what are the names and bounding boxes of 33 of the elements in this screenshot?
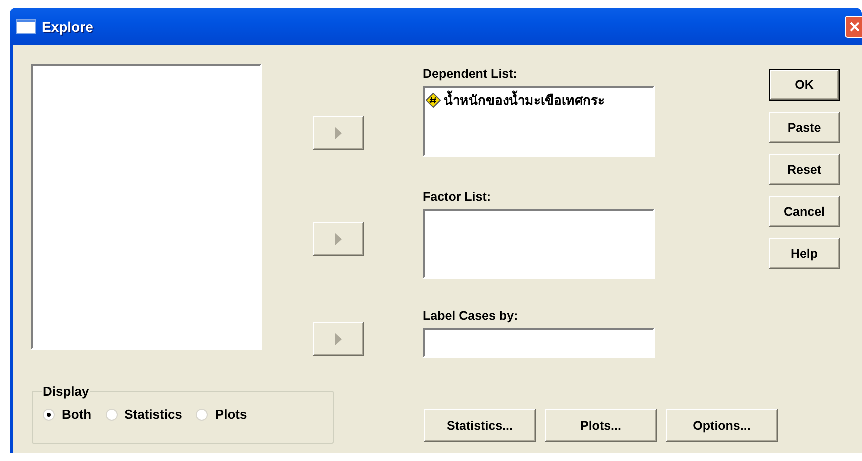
dialog-button[interactable]: Options...: [666, 409, 778, 442]
display-legend: Display: [42, 384, 90, 399]
variable-name[interactable]: น้ำหนักของน้ำมะเขือเทศกระ: [444, 90, 605, 111]
dialog-button[interactable]: Statistics...: [424, 409, 536, 442]
radio-button[interactable]: [196, 408, 208, 420]
factor-list[interactable]: [423, 209, 655, 279]
radio-label[interactable]: Plots: [215, 407, 248, 422]
label-cases-field[interactable]: [423, 328, 655, 358]
window-icon: [16, 19, 36, 34]
label-cases-label: Label Cases by:: [423, 309, 520, 324]
radio-label[interactable]: Statistics: [124, 407, 182, 422]
move-right-button[interactable]: [313, 116, 364, 150]
radio-button[interactable]: [106, 408, 118, 420]
close-button[interactable]: [845, 16, 862, 38]
move-right-button[interactable]: [313, 222, 364, 256]
scale-variable-icon: [426, 93, 441, 108]
window-title: Explore: [42, 18, 94, 34]
dialog-button[interactable]: Reset: [769, 154, 840, 185]
right-triangle-icon: [335, 232, 342, 246]
close-icon: [850, 22, 858, 32]
dialog-button[interactable]: OK: [769, 69, 840, 101]
dependent-list-label: Dependent List:: [423, 67, 518, 82]
dialog-button[interactable]: Help: [769, 238, 840, 269]
right-triangle-icon: [335, 332, 342, 346]
radio-button[interactable]: [43, 408, 55, 420]
dialog-button[interactable]: Paste: [769, 112, 840, 143]
dialog-button[interactable]: Cancel: [769, 196, 840, 227]
radio-label[interactable]: Both: [62, 407, 92, 422]
factor-list-label: Factor List:: [423, 190, 492, 205]
dependent-list[interactable]: น้ำหนักของน้ำมะเขือเทศกระ: [423, 86, 655, 157]
move-right-button[interactable]: [313, 322, 364, 356]
dialog-button[interactable]: Plots...: [545, 409, 657, 442]
right-triangle-icon: [335, 126, 342, 140]
